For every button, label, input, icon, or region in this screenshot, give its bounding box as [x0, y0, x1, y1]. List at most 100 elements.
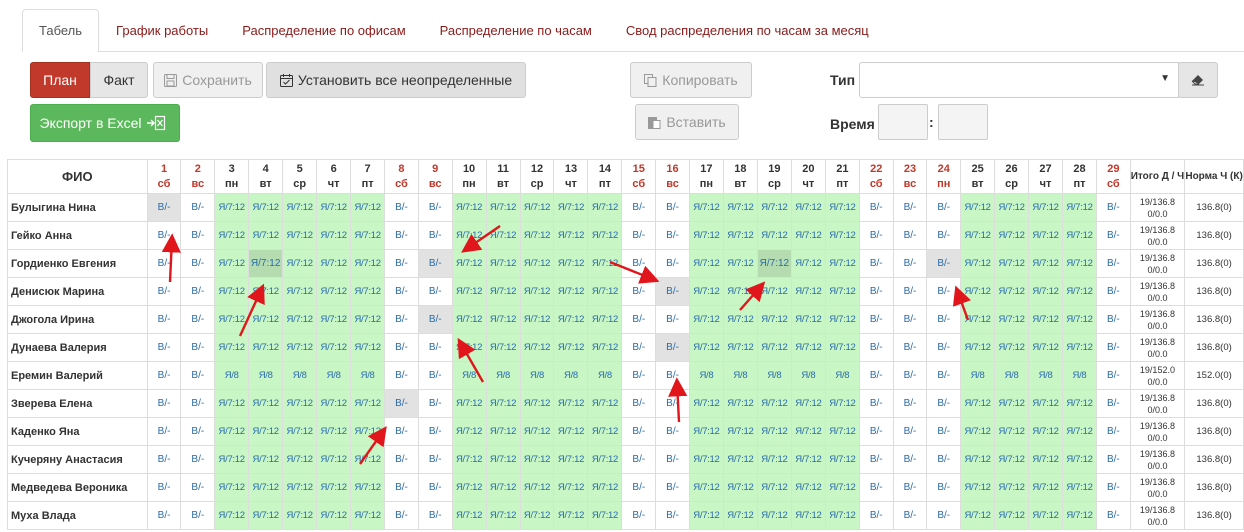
day-cell[interactable]: Я/7:12	[316, 305, 352, 334]
day-cell[interactable]: Я/8	[1062, 361, 1097, 390]
day-column-header[interactable]: 9 вс	[417, 159, 453, 194]
day-cell[interactable]: Я/7:12	[350, 417, 386, 446]
day-cell[interactable]: Я/7:12	[451, 249, 487, 278]
day-cell[interactable]: Я/8	[790, 361, 826, 390]
day-cell[interactable]: Я/7:12	[756, 389, 792, 418]
day-cell[interactable]: Я/7:12	[587, 473, 623, 502]
day-cell[interactable]: В/-	[1095, 305, 1131, 334]
day-cell[interactable]: В/-	[858, 193, 894, 222]
fact-button[interactable]: Факт	[90, 62, 148, 98]
day-cell[interactable]: В/-	[384, 333, 419, 362]
day-cell[interactable]: Я/7:12	[824, 221, 860, 250]
day-cell[interactable]: Я/7:12	[485, 333, 521, 362]
day-cell[interactable]: В/-	[417, 417, 453, 446]
day-cell[interactable]: Я/7:12	[824, 277, 860, 306]
day-cell[interactable]: Я/7:12	[350, 221, 386, 250]
day-cell[interactable]: Я/8	[553, 361, 589, 390]
day-cell[interactable]: Я/7:12	[1028, 193, 1063, 222]
day-cell[interactable]: Я/7:12	[1062, 445, 1097, 474]
day-cell[interactable]: Я/8	[485, 361, 521, 390]
day-cell[interactable]: Я/7:12	[519, 389, 555, 418]
day-cell[interactable]: Я/7:12	[960, 389, 996, 418]
day-cell[interactable]: В/-	[858, 361, 894, 390]
day-cell[interactable]: Я/7:12	[282, 305, 318, 334]
day-cell[interactable]: Я/7:12	[824, 333, 860, 362]
day-cell[interactable]: В/-	[1095, 473, 1131, 502]
day-cell[interactable]: В/-	[858, 305, 894, 334]
day-cell[interactable]: В/-	[417, 193, 453, 222]
day-cell[interactable]: В/-	[858, 333, 894, 362]
day-cell[interactable]: Я/7:12	[485, 249, 521, 278]
day-cell[interactable]: В/-	[180, 249, 216, 278]
day-cell[interactable]: Я/7:12	[790, 417, 826, 446]
day-column-header[interactable]: 3 пн	[214, 159, 250, 194]
day-cell[interactable]: В/-	[621, 389, 657, 418]
day-cell[interactable]: Я/7:12	[485, 417, 521, 446]
day-cell[interactable]: В/-	[180, 305, 216, 334]
day-cell[interactable]: Я/7:12	[1062, 417, 1097, 446]
day-cell[interactable]: Я/7:12	[553, 193, 589, 222]
day-cell[interactable]: Я/7:12	[316, 193, 352, 222]
day-cell[interactable]: В/-	[926, 333, 962, 362]
day-cell[interactable]: В/-	[926, 249, 962, 278]
day-cell[interactable]: Я/7:12	[790, 193, 826, 222]
day-cell[interactable]: Я/7:12	[994, 473, 1030, 502]
day-cell[interactable]: Я/7:12	[587, 501, 623, 530]
day-cell[interactable]: Я/7:12	[553, 305, 589, 334]
day-cell[interactable]: В/-	[858, 277, 894, 306]
day-cell[interactable]: В/-	[180, 277, 216, 306]
day-cell[interactable]: В/-	[146, 417, 182, 446]
day-cell[interactable]: Я/7:12	[722, 333, 758, 362]
day-cell[interactable]: Я/8	[1028, 361, 1063, 390]
day-cell[interactable]: В/-	[621, 193, 657, 222]
day-cell[interactable]: Я/7:12	[485, 305, 521, 334]
day-cell[interactable]: Я/7:12	[756, 417, 792, 446]
day-cell[interactable]: В/-	[146, 249, 182, 278]
tab-3[interactable]: Распределение по часам	[423, 9, 609, 51]
day-cell[interactable]: Я/7:12	[722, 473, 758, 502]
day-cell[interactable]: Я/7:12	[824, 249, 860, 278]
day-cell[interactable]: В/-	[858, 249, 894, 278]
day-cell[interactable]: Я/7:12	[350, 473, 386, 502]
day-column-header[interactable]: 21 пт	[824, 159, 860, 194]
day-cell[interactable]: В/-	[146, 361, 182, 390]
day-column-header[interactable]: 17 пн	[688, 159, 724, 194]
day-cell[interactable]: Я/7:12	[790, 249, 826, 278]
day-cell[interactable]: Я/7:12	[316, 445, 352, 474]
day-cell[interactable]: В/-	[146, 305, 182, 334]
day-cell[interactable]: Я/7:12	[960, 277, 996, 306]
day-cell[interactable]: Я/7:12	[282, 333, 318, 362]
day-column-header[interactable]: 10 пн	[451, 159, 487, 194]
day-cell[interactable]: В/-	[1095, 361, 1131, 390]
day-cell[interactable]: Я/7:12	[994, 249, 1030, 278]
day-cell[interactable]: В/-	[1095, 501, 1131, 530]
day-cell[interactable]: В/-	[621, 277, 657, 306]
day-cell[interactable]: Я/7:12	[553, 333, 589, 362]
day-cell[interactable]: Я/8	[994, 361, 1030, 390]
day-cell[interactable]: Я/7:12	[1062, 221, 1097, 250]
day-column-header[interactable]: 23 вс	[892, 159, 928, 194]
type-select[interactable]: ▼	[859, 62, 1179, 98]
day-cell[interactable]: В/-	[146, 221, 182, 250]
day-cell[interactable]: Я/7:12	[960, 305, 996, 334]
day-cell[interactable]: В/-	[655, 389, 690, 418]
day-cell[interactable]: Я/7:12	[688, 193, 724, 222]
day-cell[interactable]: В/-	[1095, 193, 1131, 222]
day-cell[interactable]: Я/7:12	[1028, 473, 1063, 502]
day-cell[interactable]: В/-	[417, 473, 453, 502]
day-cell[interactable]: В/-	[146, 473, 182, 502]
day-cell[interactable]: Я/7:12	[519, 445, 555, 474]
day-cell[interactable]: Я/7:12	[1028, 445, 1063, 474]
day-cell[interactable]: В/-	[892, 361, 928, 390]
day-cell[interactable]: Я/7:12	[994, 305, 1030, 334]
day-cell[interactable]: Я/7:12	[282, 473, 318, 502]
day-cell[interactable]: В/-	[621, 221, 657, 250]
day-cell[interactable]: Я/7:12	[960, 333, 996, 362]
day-cell[interactable]: В/-	[384, 193, 419, 222]
day-cell[interactable]: Я/7:12	[282, 389, 318, 418]
day-cell[interactable]: Я/7:12	[722, 445, 758, 474]
day-cell[interactable]: Я/7:12	[790, 473, 826, 502]
day-cell[interactable]: В/-	[417, 305, 453, 334]
day-cell[interactable]: Я/7:12	[214, 277, 250, 306]
day-cell[interactable]: Я/7:12	[553, 417, 589, 446]
